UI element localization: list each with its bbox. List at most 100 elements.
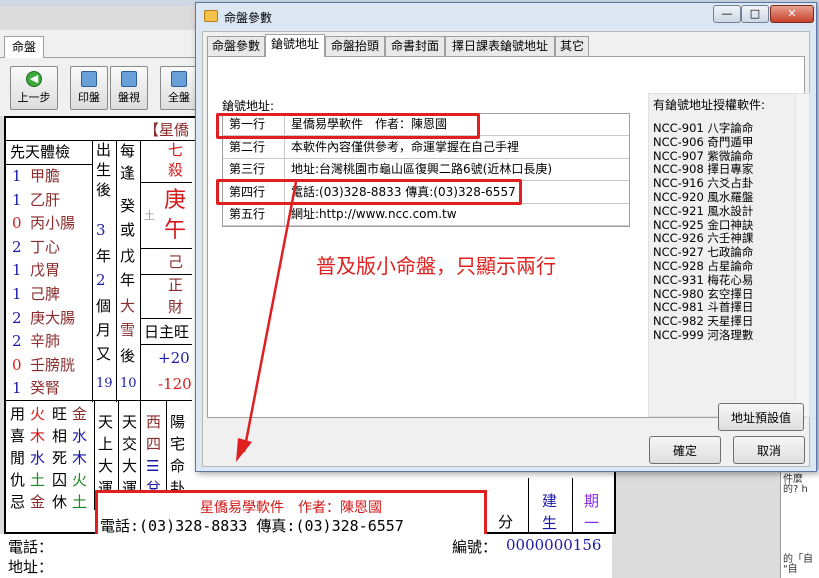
view-icon <box>121 71 137 87</box>
col1-text: 癸腎 <box>30 379 61 398</box>
authorized-software-item: NCC-916 六爻占卦 <box>653 176 754 191</box>
authorized-software-item: NCC-908 擇日專家 <box>653 162 754 177</box>
status-cell: 土 <box>30 471 46 489</box>
authorized-software-item: NCC-982 天星擇日 <box>653 314 754 329</box>
maximize-button[interactable]: □ <box>741 5 769 23</box>
chart-header: 【星僑 <box>144 121 190 139</box>
highlight-row1 <box>216 113 480 139</box>
cross-col-char: 天 <box>122 413 138 431</box>
status-cell: 火 <box>72 471 88 489</box>
row-value-field[interactable]: 本軟件內容僅供參考，命運掌握在自己手裡 <box>291 137 519 158</box>
dialog-title: 命盤參數 <box>224 11 273 25</box>
pillar-stem: 庚 <box>164 188 187 213</box>
footer-address-label: 地址： <box>8 558 54 576</box>
status-cell: 忌 <box>10 493 26 511</box>
chart-settings-dialog: 命盤參數 — □ ✕ 命盤參數 鎗號地址 命盤抬頭 命書封面 擇日課表鎗號地址 … <box>195 2 817 472</box>
pillar-hidden: 己 <box>168 253 184 271</box>
col1-num: 2 <box>12 308 22 327</box>
status-cell: 木 <box>72 449 88 467</box>
footer-line2: 電話:(03)328-8833 傳真:(03)328-6557 <box>100 517 404 535</box>
status-cell: 死 <box>52 449 68 467</box>
right-col-2: 期一 <box>584 492 600 532</box>
row-value-field[interactable]: 網址:http://www.ncc.com.tw <box>291 204 457 225</box>
print-chart-button[interactable]: 印盤 <box>70 66 108 110</box>
status-cell: 休 <box>52 493 68 511</box>
col1-text: 壬膀胱 <box>30 355 76 374</box>
pillar-god2: 財 <box>168 298 184 316</box>
status-cell: 水 <box>30 449 46 467</box>
col2-value: 19 <box>96 376 113 391</box>
status-cell: 水 <box>72 427 88 445</box>
minimize-button[interactable]: — <box>713 5 741 23</box>
side-text-line: 的? h <box>783 484 808 495</box>
col1-num: 1 <box>12 285 22 303</box>
tab-chart-params[interactable]: 命盤參數 <box>207 36 265 56</box>
col1-num: 2 <box>12 332 22 351</box>
col1-text: 甲膽 <box>30 167 61 185</box>
tab-chart[interactable]: 命盤 <box>4 36 44 58</box>
chart-footer: 電話： 地址： 編號： 0000000156 <box>0 534 612 578</box>
address-row[interactable]: 第五行 網址:http://www.ncc.com.tw <box>223 204 629 227</box>
col3-value: 大 <box>120 297 136 315</box>
row-label: 第二行 <box>223 136 285 158</box>
col3-value: 年 <box>120 271 136 289</box>
col1-num: 1 <box>12 261 22 280</box>
col1-text: 戊胃 <box>30 261 61 280</box>
authorized-software-item: NCC-928 占星論命 <box>653 258 754 273</box>
row-label: 第五行 <box>223 204 285 226</box>
heavens-col-char: 天 <box>98 413 114 431</box>
annotation-text: 普及版小命盤，只顯示兩行 <box>316 254 556 278</box>
back-button[interactable]: ◀ 上一步 <box>10 66 58 110</box>
pillar-gods: 正財 <box>168 274 188 318</box>
status-cell: 閒 <box>10 449 26 467</box>
west-col-char: 四 <box>146 435 162 453</box>
tab-chart-header[interactable]: 命盤抬頭 <box>325 36 385 56</box>
tab-address[interactable]: 鎗號地址 <box>265 34 325 57</box>
col1-text: 乙肝 <box>30 190 61 209</box>
col1-num: 2 <box>12 237 22 256</box>
col1-num: 0 <box>12 214 22 233</box>
score-negative: -120 <box>158 375 192 393</box>
footer-line1: 星僑易學軟件 作者：陳恩國 <box>200 500 382 516</box>
status-cell: 用 <box>10 405 26 423</box>
tab-book-cover[interactable]: 命書封面 <box>385 36 445 56</box>
col1-num: 0 <box>12 355 22 374</box>
address-row[interactable]: 第三行 地址:台灣桃園市龜山區復興二路6號(近林口長庚) <box>223 159 629 182</box>
col2-label: 出生後 <box>96 141 112 199</box>
full-chart-button[interactable]: 全盤 <box>160 66 198 110</box>
cancel-button[interactable]: 取消 <box>733 436 805 464</box>
col1-num: 1 <box>12 379 22 398</box>
tab-date-selection-address[interactable]: 擇日課表鎗號地址 <box>445 36 555 56</box>
dialog-title-bar[interactable]: 命盤參數 — □ ✕ <box>196 3 816 31</box>
heavens-col-char: 大 <box>98 457 114 475</box>
authorized-software-panel: 有鎗號地址授權軟件: NCC-901 八字論命 NCC-906 奇門遁甲 NCC-9… <box>648 93 810 417</box>
col1-header: 先天體檢 <box>10 143 71 161</box>
address-default-button[interactable]: 地址預設值 <box>718 403 804 431</box>
footer-phone-label: 電話： <box>8 538 54 556</box>
status-cell: 喜 <box>10 427 26 445</box>
authorized-scrollbar[interactable] <box>795 94 809 416</box>
pillar-branch: 午 <box>164 218 187 243</box>
tab-other[interactable]: 其它 <box>555 36 589 56</box>
col1-num: 1 <box>12 190 22 209</box>
ok-button[interactable]: 確定 <box>649 436 721 464</box>
col1-text: 己脾 <box>30 285 61 303</box>
full-icon <box>171 71 187 87</box>
pillar-element: 土 <box>144 209 155 222</box>
address-label: 鎗號地址: <box>222 99 275 113</box>
status-cell: 木 <box>30 427 46 445</box>
view-button-label: 盤視 <box>118 91 140 104</box>
authorized-software-item: NCC-907 紫微論命 <box>653 148 754 163</box>
status-cell: 火 <box>30 405 46 423</box>
pillar-top: 七殺 <box>168 141 184 179</box>
close-button[interactable]: ✕ <box>770 5 814 23</box>
score-positive: +20 <box>158 349 190 367</box>
view-chart-button[interactable]: 盤視 <box>110 66 148 110</box>
authorized-software-item: NCC-925 金口神訣 <box>653 217 754 232</box>
day-master: 日主旺 <box>144 323 190 341</box>
heavens-col-char: 上 <box>98 435 114 453</box>
address-row[interactable]: 第二行 本軟件內容僅供參考，命運掌握在自己手裡 <box>223 136 629 159</box>
row-value-field[interactable]: 地址:台灣桃園市龜山區復興二路6號(近林口長庚) <box>291 159 552 180</box>
authorized-software-item: NCC-921 風水設計 <box>653 203 754 218</box>
authorized-software-item: NCC-926 六壬神課 <box>653 231 754 246</box>
